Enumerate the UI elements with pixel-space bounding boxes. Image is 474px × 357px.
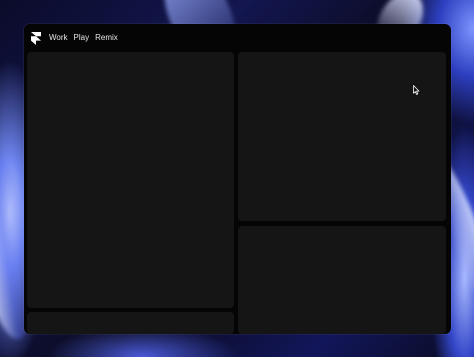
nav-link-remix[interactable]: Remix bbox=[95, 33, 118, 43]
framer-logo-icon[interactable] bbox=[31, 31, 41, 45]
nav-link-play[interactable]: Play bbox=[74, 33, 90, 43]
project-card-large[interactable] bbox=[27, 52, 234, 308]
app-window: Work Play Remix bbox=[24, 24, 451, 334]
project-card-bottom-right[interactable] bbox=[238, 226, 446, 334]
project-card-top-right[interactable] bbox=[238, 52, 446, 221]
nav-link-work[interactable]: Work bbox=[49, 33, 68, 43]
mouse-pointer-icon bbox=[413, 82, 420, 95]
top-nav-bar: Work Play Remix bbox=[24, 24, 451, 52]
project-card-bottom-left[interactable] bbox=[27, 312, 234, 334]
